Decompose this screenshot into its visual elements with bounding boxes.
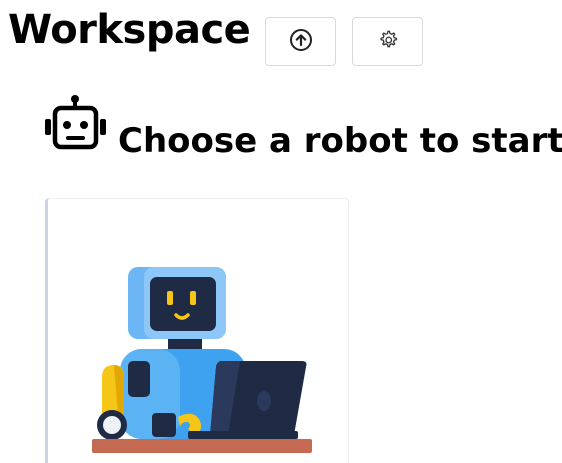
upload-button[interactable] (265, 17, 336, 66)
arrow-up-circle-icon (289, 28, 313, 55)
workspace-page: Workspace Choose a robot to start (0, 0, 562, 463)
gear-icon (377, 29, 399, 54)
page-title: Workspace (8, 7, 251, 53)
section-heading: Choose a robot to start (118, 121, 562, 161)
robot-card[interactable] (45, 198, 349, 463)
robot-at-laptop-illustration (92, 265, 312, 463)
settings-button[interactable] (352, 17, 423, 66)
robot-head-icon (44, 93, 108, 151)
